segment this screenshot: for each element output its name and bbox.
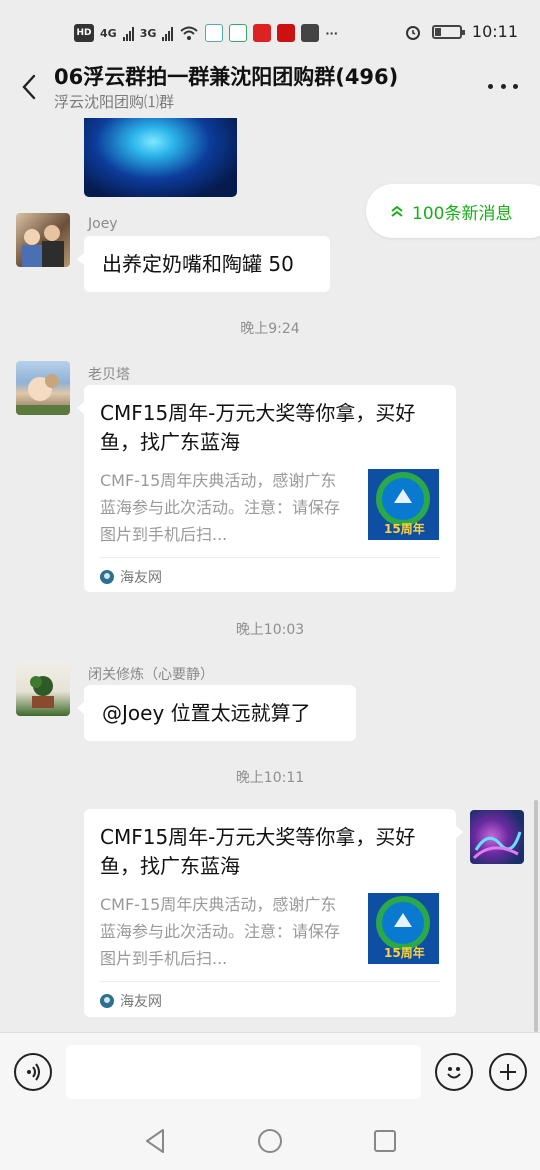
network-4g-label: 4G xyxy=(100,26,117,40)
home-circle-icon xyxy=(258,1129,282,1153)
link-card-source: 海友网 xyxy=(100,989,162,1013)
link-card-message[interactable]: CMF15周年-万元大奖等你拿，买好鱼，找广东蓝海 CMF-15周年庆典活动，感… xyxy=(77,385,456,592)
time-divider: 晚上10:03 xyxy=(235,622,305,638)
signal-icon-2 xyxy=(162,25,174,41)
status-left-icons: HD 4G 3G ··· xyxy=(74,22,338,44)
network-3g-label: 3G xyxy=(139,26,157,40)
app-notif-icon-2 xyxy=(229,24,248,42)
app-notif-icon-3 xyxy=(253,24,272,42)
plus-icon xyxy=(500,1064,516,1080)
recents-square-icon xyxy=(374,1130,396,1152)
status-bar: HD 4G 3G ··· 10:11 xyxy=(0,0,540,60)
link-card-source: 海友网 xyxy=(100,565,162,589)
back-button[interactable] xyxy=(14,70,44,104)
message-text: @Joey 位置太远就算了 xyxy=(102,701,311,725)
source-app-icon xyxy=(100,994,114,1008)
source-app-icon xyxy=(100,570,114,584)
link-card-description: CMF-15周年庆典活动，感谢广东蓝海参与此次活动。注意：请保存图片到手机后扫.… xyxy=(100,471,341,544)
back-triangle-icon xyxy=(146,1129,164,1153)
link-card-description: CMF-15周年庆典活动，感谢广东蓝海参与此次活动。注意：请保存图片到手机后扫.… xyxy=(100,895,341,968)
card-divider xyxy=(100,981,440,982)
app-notif-icon-5 xyxy=(301,24,320,42)
thumb-badge-text: 15周年 xyxy=(384,521,425,536)
cmf-logo-thumbnail: 15周年 xyxy=(368,893,439,964)
status-time: 10:11 xyxy=(471,22,518,41)
wifi-icon xyxy=(180,26,199,40)
system-nav-bar xyxy=(0,1110,540,1170)
link-card-thumbnail: 15周年 xyxy=(368,469,439,540)
emoji-icon xyxy=(447,1067,461,1079)
avatar[interactable] xyxy=(16,662,70,716)
avatar[interactable] xyxy=(16,213,70,267)
card-divider xyxy=(100,557,440,558)
chat-header: 06浮云群拍一群兼沈阳团购群(496) 浮云沈阳团购⑴群 xyxy=(0,60,540,118)
avatar-photo xyxy=(30,676,54,708)
cmf-logo-thumbnail: 15周年 xyxy=(368,469,439,540)
double-chevron-up-icon xyxy=(391,205,403,217)
signal-icon xyxy=(122,25,134,41)
chat-title: 06浮云群拍一群兼沈阳团购群(496) xyxy=(54,65,399,89)
link-card-thumbnail: 15周年 xyxy=(368,893,439,964)
input-bar xyxy=(0,1032,540,1110)
hd-badge: HD xyxy=(74,24,94,42)
avatar[interactable] xyxy=(16,361,70,415)
chevron-left-icon xyxy=(22,74,36,100)
avatar-photo xyxy=(16,374,70,415)
voice-icon xyxy=(27,1063,40,1081)
new-messages-button[interactable]: 100条新消息 xyxy=(366,184,540,238)
alarm-icon xyxy=(405,25,420,40)
nav-recents-button[interactable] xyxy=(370,1126,400,1156)
text-message-bubble[interactable]: 出养定奶嘴和陶罐 50 xyxy=(77,236,330,292)
app-notif-icon-4 xyxy=(277,24,296,42)
more-dots-icon xyxy=(488,83,493,89)
my-avatar[interactable] xyxy=(470,810,524,864)
voice-button[interactable] xyxy=(14,1053,52,1091)
image-message[interactable] xyxy=(84,118,237,197)
link-card-title: CMF15周年-万元大奖等你拿，买好鱼，找广东蓝海 xyxy=(100,401,416,454)
source-label: 海友网 xyxy=(120,570,162,586)
text-message-bubble[interactable]: @Joey 位置太远就算了 xyxy=(77,685,356,741)
emoji-button[interactable] xyxy=(435,1053,473,1091)
sender-name: 闭关修炼（心要静） xyxy=(88,667,214,683)
avatar-photo xyxy=(22,225,64,267)
avatar-photo xyxy=(472,831,522,860)
app-notif-icon-1 xyxy=(205,24,224,42)
more-notifications-icon: ··· xyxy=(325,26,338,40)
chat-subtitle: 浮云沈阳团购⑴群 xyxy=(54,93,175,111)
message-input[interactable] xyxy=(66,1045,421,1099)
link-card-title: CMF15周年-万元大奖等你拿，买好鱼，找广东蓝海 xyxy=(100,825,416,878)
plus-button[interactable] xyxy=(489,1053,527,1091)
thumb-badge-text: 15周年 xyxy=(384,945,425,960)
time-divider: 晚上9:24 xyxy=(240,321,300,337)
sender-name: 老贝塔 xyxy=(88,367,130,383)
new-messages-label: 100条新消息 xyxy=(412,203,513,224)
message-text: 出养定奶嘴和陶罐 50 xyxy=(102,252,294,276)
link-card-message[interactable]: CMF15周年-万元大奖等你拿，买好鱼，找广东蓝海 CMF-15周年庆典活动，感… xyxy=(84,809,463,1017)
nav-home-button[interactable] xyxy=(255,1126,285,1156)
more-button[interactable] xyxy=(488,76,518,96)
source-label: 海友网 xyxy=(120,994,162,1010)
time-divider: 晚上10:11 xyxy=(235,770,305,786)
sender-name: Joey xyxy=(88,216,118,232)
nav-back-button[interactable] xyxy=(140,1126,170,1156)
message-list[interactable]: Joey 出养定奶嘴和陶罐 50 100条新消息 晚上9:24 老贝塔 CMF1… xyxy=(0,118,540,1032)
battery-icon xyxy=(431,24,465,39)
scrollbar[interactable] xyxy=(534,800,538,1032)
status-right: 10:11 xyxy=(404,22,518,41)
